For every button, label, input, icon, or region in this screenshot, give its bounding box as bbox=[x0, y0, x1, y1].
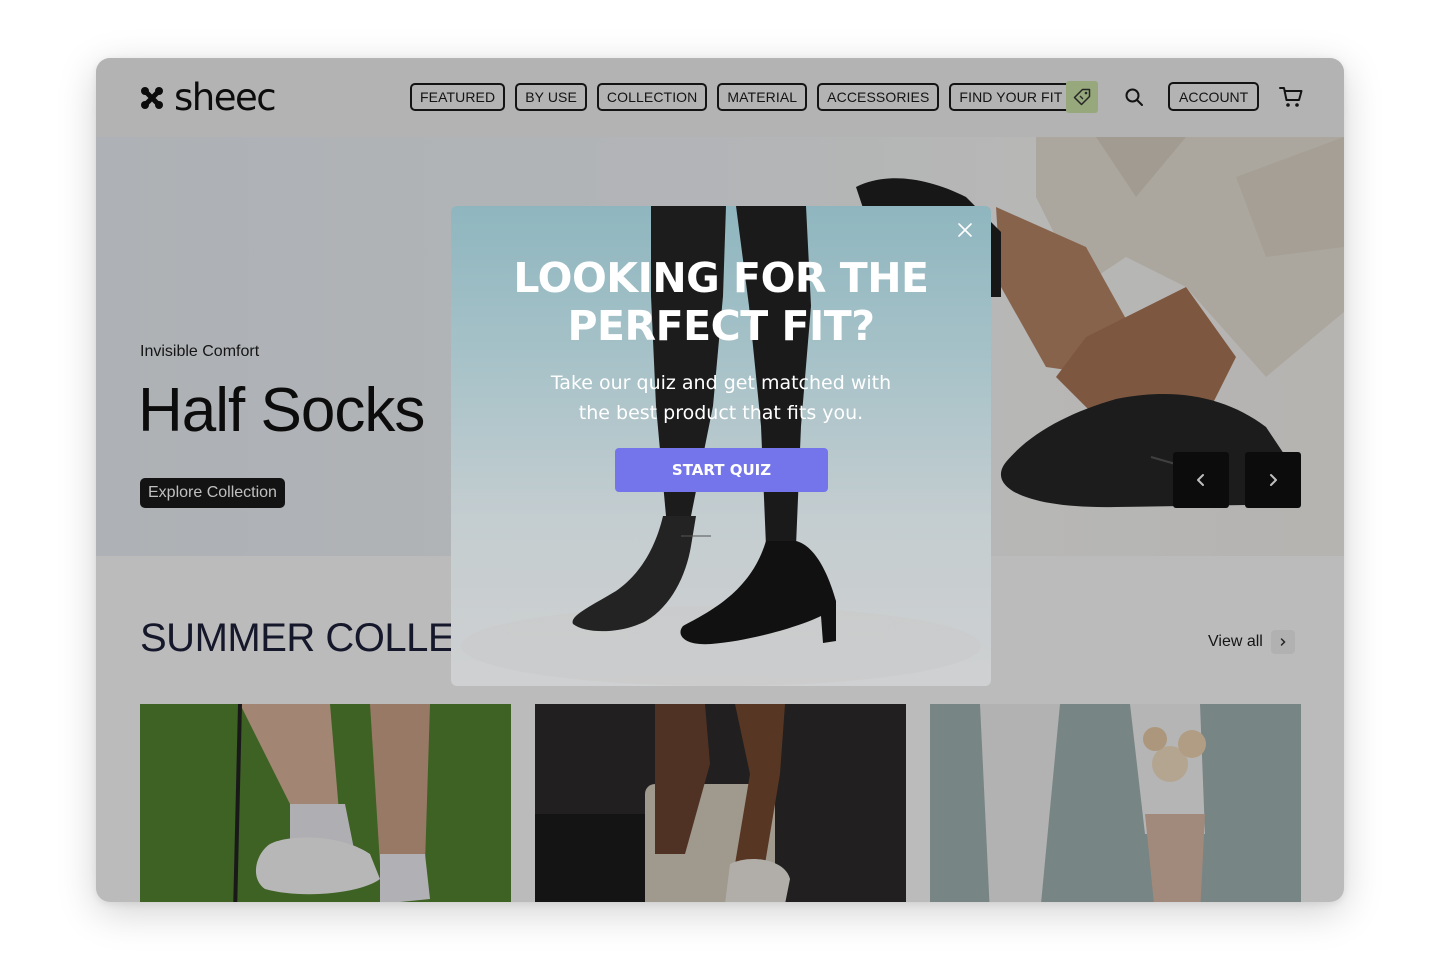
popup-title-line-1: LOOKING FOR THE bbox=[513, 254, 929, 302]
popup-title-line-2: PERFECT FIT? bbox=[567, 302, 876, 350]
popup-title: LOOKING FOR THE PERFECT FIT? bbox=[451, 254, 991, 350]
browser-frame: sheec FEATURED BY USE COLLECTION MATERIA… bbox=[96, 58, 1344, 902]
close-icon bbox=[958, 223, 972, 237]
popup-description-line-2: the best product that fits you. bbox=[578, 402, 864, 424]
popup-close-button[interactable] bbox=[955, 220, 975, 240]
popup-description-line-1: Take our quiz and get matched with bbox=[550, 372, 892, 394]
start-quiz-button[interactable]: START QUIZ bbox=[615, 448, 828, 492]
quiz-popup: LOOKING FOR THE PERFECT FIT? Take our qu… bbox=[451, 206, 991, 686]
popup-description: Take our quiz and get matched with the b… bbox=[521, 368, 921, 428]
